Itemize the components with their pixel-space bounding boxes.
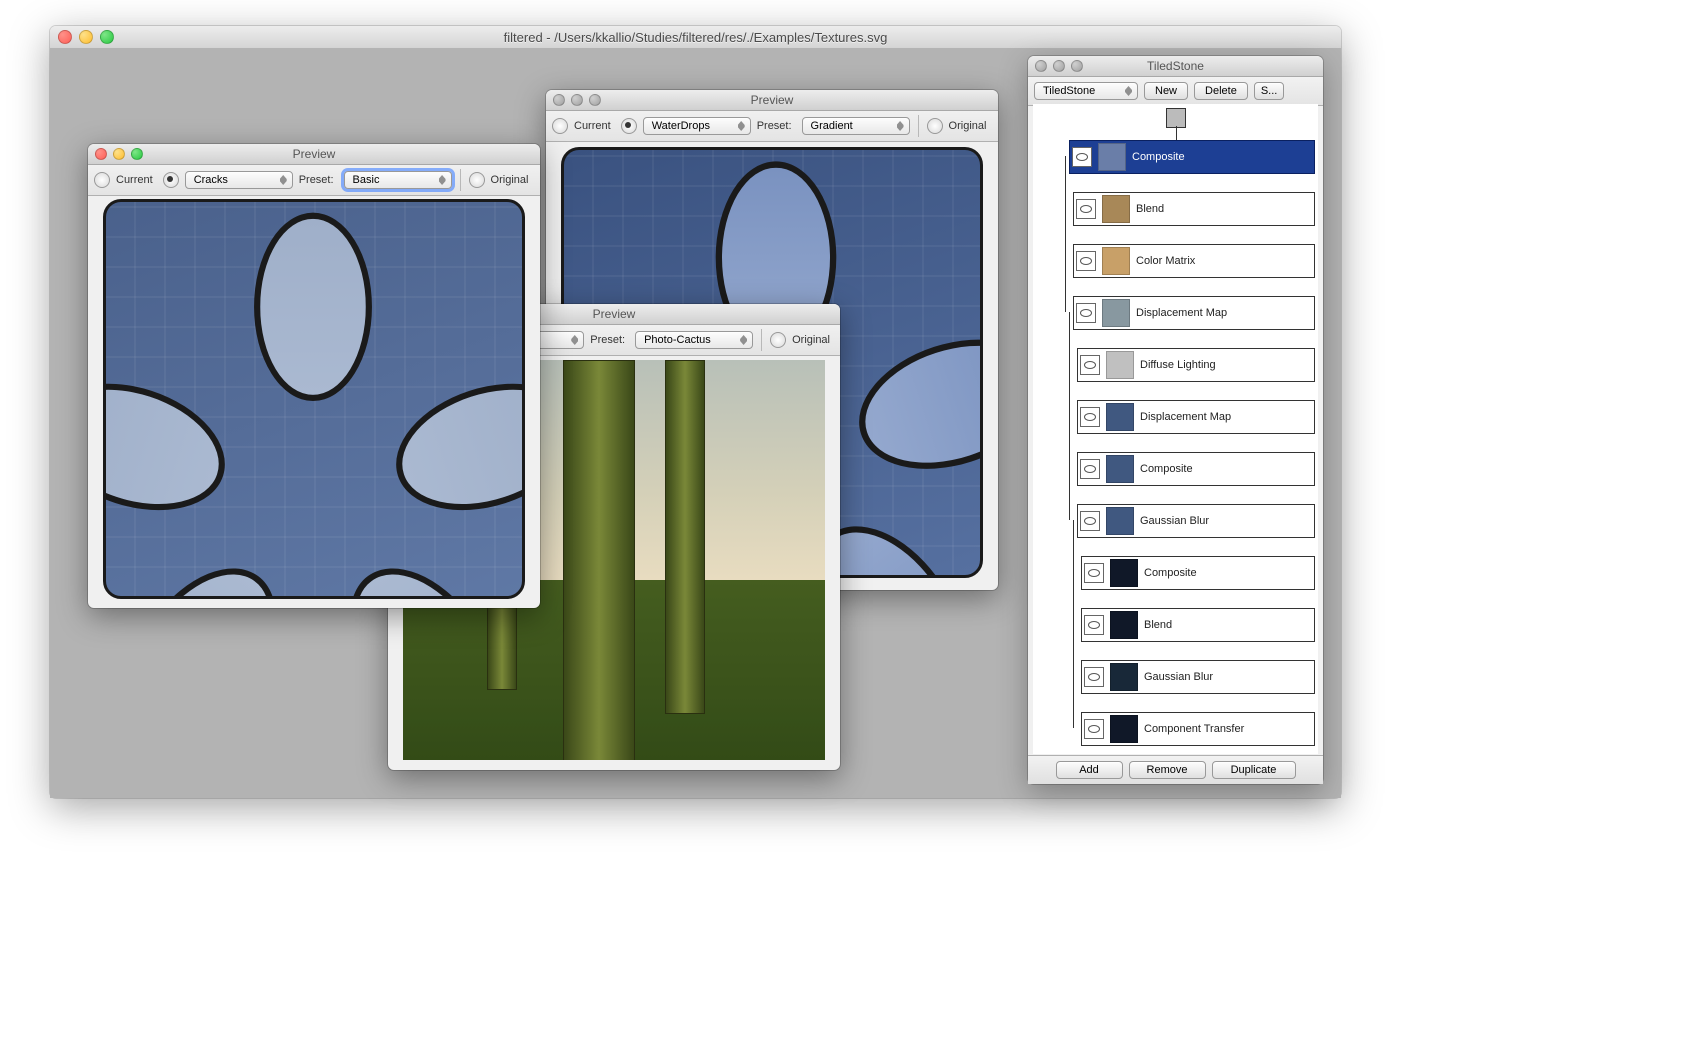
filter-name-select[interactable]: TiledStone [1034, 82, 1138, 100]
side-toolbar: TiledStone New Delete S... [1028, 77, 1323, 106]
separator [761, 329, 762, 351]
separator [918, 115, 919, 137]
preview-pane-cracks: Preview Current Cracks Preset: Basic Ori… [88, 144, 540, 608]
visibility-toggle[interactable] [1084, 563, 1104, 583]
filter-node[interactable]: Composite [1081, 556, 1315, 590]
node-label: Diffuse Lighting [1140, 359, 1216, 371]
original-radio[interactable] [927, 118, 943, 134]
visibility-toggle[interactable] [1084, 667, 1104, 687]
node-thumbnail [1102, 247, 1130, 275]
filter-node[interactable]: Gaussian Blur [1081, 660, 1315, 694]
node-thumbnail [1106, 351, 1134, 379]
node-label: Blend [1136, 203, 1164, 215]
visibility-toggle[interactable] [1076, 303, 1096, 323]
main-window-title: filtered - /Users/kkallio/Studies/filter… [50, 30, 1341, 45]
visibility-toggle[interactable] [1084, 719, 1104, 739]
node-thumbnail [1106, 403, 1134, 431]
filter-node[interactable]: Composite [1077, 452, 1315, 486]
node-thumbnail [1110, 559, 1138, 587]
filter-node[interactable]: Blend [1073, 192, 1315, 226]
original-label: Original [949, 120, 987, 132]
node-thumbnail [1098, 143, 1126, 171]
filter-radio[interactable] [621, 118, 637, 134]
filter-node[interactable]: Displacement Map [1077, 400, 1315, 434]
filter-node[interactable]: Composite [1069, 140, 1315, 174]
side-panel: TiledStone TiledStone New Delete S... Co… [1028, 56, 1323, 784]
node-thumbnail [1110, 611, 1138, 639]
original-label: Original [792, 334, 830, 346]
node-label: Color Matrix [1136, 255, 1195, 267]
preview-image [103, 202, 525, 596]
filter-node[interactable]: Blend [1081, 608, 1315, 642]
node-label: Displacement Map [1140, 411, 1231, 423]
node-label: Component Transfer [1144, 723, 1244, 735]
save-button[interactable]: S... [1254, 82, 1285, 100]
pane-titlebar: Preview [546, 90, 998, 111]
visibility-toggle[interactable] [1080, 355, 1100, 375]
node-label: Gaussian Blur [1144, 671, 1213, 683]
pane-title: Preview [546, 93, 998, 107]
current-label: Current [574, 120, 611, 132]
node-thumbnail [1110, 663, 1138, 691]
preset-label: Preset: [299, 174, 334, 186]
node-label: Gaussian Blur [1140, 515, 1209, 527]
pane-titlebar: Preview [88, 144, 540, 165]
current-radio[interactable] [552, 118, 568, 134]
visibility-toggle[interactable] [1076, 199, 1096, 219]
filter-node[interactable]: Gaussian Blur [1077, 504, 1315, 538]
node-thumbnail [1102, 195, 1130, 223]
remove-button[interactable]: Remove [1129, 761, 1206, 779]
node-label: Composite [1144, 567, 1197, 579]
side-footer: Add Remove Duplicate [1028, 755, 1323, 784]
node-thumbnail [1102, 299, 1130, 327]
current-label: Current [116, 174, 153, 186]
original-label: Original [491, 174, 529, 186]
preset-label: Preset: [757, 120, 792, 132]
filter-radio[interactable] [163, 172, 179, 188]
filter-select[interactable]: WaterDrops [643, 117, 751, 135]
main-titlebar: filtered - /Users/kkallio/Studies/filter… [50, 26, 1341, 49]
node-thumbnail [1106, 455, 1134, 483]
duplicate-button[interactable]: Duplicate [1212, 761, 1296, 779]
node-label: Blend [1144, 619, 1172, 631]
node-label: Displacement Map [1136, 307, 1227, 319]
visibility-toggle[interactable] [1072, 147, 1092, 167]
pane-title: Preview [88, 147, 540, 161]
current-radio[interactable] [94, 172, 110, 188]
preset-select[interactable]: Gradient [802, 117, 910, 135]
side-title: TiledStone [1028, 59, 1323, 73]
visibility-toggle[interactable] [1084, 615, 1104, 635]
filter-node[interactable]: Diffuse Lighting [1077, 348, 1315, 382]
visibility-toggle[interactable] [1080, 511, 1100, 531]
add-button[interactable]: Add [1056, 761, 1123, 779]
original-radio[interactable] [770, 332, 786, 348]
node-thumbnail [1110, 715, 1138, 743]
original-radio[interactable] [469, 172, 485, 188]
visibility-toggle[interactable] [1080, 459, 1100, 479]
preset-select[interactable]: Basic [344, 171, 452, 189]
preset-label: Preset: [590, 334, 625, 346]
side-titlebar: TiledStone [1028, 56, 1323, 77]
visibility-toggle[interactable] [1080, 407, 1100, 427]
new-button[interactable]: New [1144, 82, 1188, 100]
node-label: Composite [1140, 463, 1193, 475]
preview-toolbar: Current WaterDrops Preset: Gradient Orig… [546, 111, 998, 142]
preset-select[interactable]: Photo-Cactus [635, 331, 753, 349]
filter-node[interactable]: Component Transfer [1081, 712, 1315, 746]
delete-button[interactable]: Delete [1194, 82, 1248, 100]
visibility-toggle[interactable] [1076, 251, 1096, 271]
filter-node[interactable]: Color Matrix [1073, 244, 1315, 278]
filter-select[interactable]: Cracks [185, 171, 293, 189]
filter-graph: Composite Blend Color Matrix Displacement M… [1033, 104, 1318, 754]
filter-node[interactable]: Displacement Map [1073, 296, 1315, 330]
node-thumbnail [1106, 507, 1134, 535]
node-label: Composite [1132, 151, 1185, 163]
output-node[interactable] [1166, 108, 1186, 128]
separator [460, 169, 461, 191]
preview-toolbar: Current Cracks Preset: Basic Original [88, 165, 540, 196]
